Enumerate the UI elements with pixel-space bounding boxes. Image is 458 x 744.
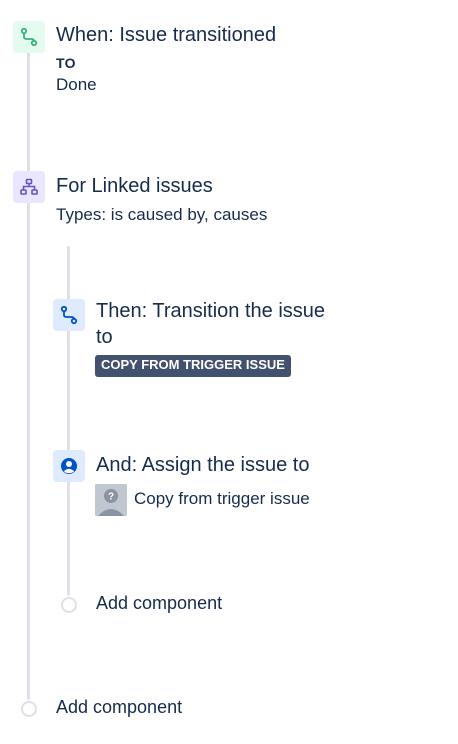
svg-text:?: ? <box>108 492 114 503</box>
branch-title[interactable]: For Linked issues <box>56 173 213 199</box>
trigger-to-label: TO <box>56 55 76 71</box>
assignee-text: Copy from trigger issue <box>134 489 310 508</box>
inner-add-dot[interactable] <box>61 597 77 613</box>
trigger-title[interactable]: When: Issue transitioned <box>56 22 276 48</box>
transition-icon <box>60 305 78 325</box>
assign-user-icon <box>61 458 77 474</box>
outer-add-dot[interactable] <box>21 701 37 717</box>
branch-types: Types: is caused by, causes <box>56 205 268 224</box>
transition-icon <box>20 27 38 47</box>
branch-icon <box>20 178 38 195</box>
copy-from-trigger-lozenge: COPY FROM TRIGGER ISSUE <box>95 355 291 377</box>
action-assign-icon-box[interactable] <box>53 450 85 482</box>
inner-add-component-link[interactable]: Add component <box>96 591 222 615</box>
action-transition-icon-box[interactable] <box>53 299 85 331</box>
trigger-to-value: Done <box>56 75 97 94</box>
action-assign-title[interactable]: And: Assign the issue to <box>96 452 309 478</box>
outer-timeline <box>27 52 30 700</box>
unknown-user-icon: ? <box>95 484 127 516</box>
trigger-icon-box[interactable] <box>13 21 45 53</box>
branch-icon-box[interactable] <box>13 171 45 203</box>
action-transition-title[interactable]: Then: Transition the issue to <box>96 298 346 350</box>
outer-add-component-link[interactable]: Add component <box>56 695 182 719</box>
avatar: ? <box>95 484 127 516</box>
